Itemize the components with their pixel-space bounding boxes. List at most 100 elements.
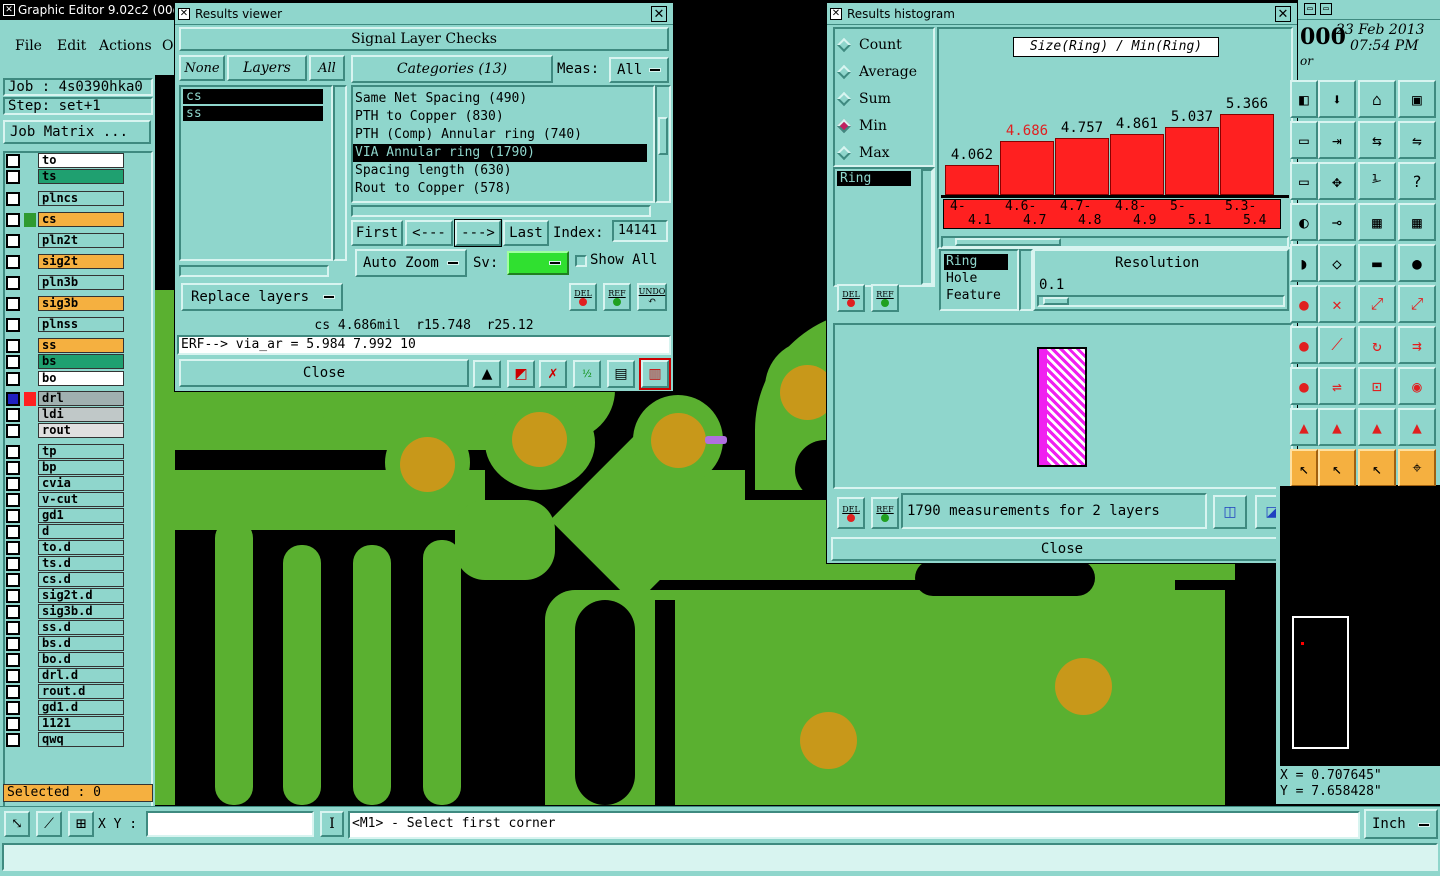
layer-visibility-checkbox[interactable] — [6, 477, 20, 491]
layer-visibility-checkbox[interactable] — [6, 339, 20, 353]
menu-actions[interactable]: Actions — [99, 38, 152, 54]
layer-visibility-checkbox[interactable] — [6, 170, 20, 184]
replace-layers-button[interactable]: Replace layers — [181, 283, 343, 311]
save-icon[interactable]: ⬇ — [1318, 80, 1356, 118]
scroll-thumb[interactable] — [955, 238, 1061, 246]
layer-visibility-checkbox[interactable] — [6, 701, 20, 715]
layer-name-drl[interactable]: drl — [38, 391, 124, 406]
layer-name-pln2t[interactable]: pln2t — [38, 233, 124, 248]
layer-visibility-checkbox[interactable] — [6, 669, 20, 683]
category-listbox[interactable]: Same Net Spacing (490) PTH to Copper (830… — [351, 85, 655, 203]
layer-visibility-checkbox[interactable] — [6, 213, 20, 227]
histogram-bar[interactable] — [945, 165, 999, 195]
del-button[interactable]: DEL — [837, 497, 865, 529]
category-item[interactable]: Same Net Spacing (490) — [353, 90, 647, 108]
layer-name-v-cut[interactable]: v-cut — [38, 492, 124, 507]
graph-icon-button[interactable]: ◩ — [507, 360, 535, 388]
layer-name-gd1.d[interactable]: gd1.d — [38, 700, 124, 715]
cursor-button[interactable]: I — [320, 811, 344, 837]
pointer-icon[interactable]: ↖ — [1290, 449, 1318, 487]
target-icon[interactable]: ◉ — [1398, 367, 1436, 405]
layer-name-bo[interactable]: bo — [38, 371, 124, 386]
last-button[interactable]: Last — [503, 220, 549, 246]
layer-visibility-checkbox[interactable] — [6, 525, 20, 539]
number-icon-button[interactable]: ½ — [573, 360, 601, 388]
layer-name-bp[interactable]: bp — [38, 460, 124, 475]
menu-edit[interactable]: Edit — [57, 38, 86, 54]
list-item[interactable]: Hole — [944, 271, 1014, 287]
overview-map[interactable] — [1280, 486, 1440, 766]
layer-vscroll[interactable] — [333, 85, 347, 261]
layer-name-cvia[interactable]: cvia — [38, 476, 124, 491]
layer-visibility-checkbox[interactable] — [6, 297, 20, 311]
layers-button[interactable]: Layers — [227, 55, 307, 81]
close-icon[interactable]: ✕ — [651, 6, 667, 22]
layer-active-indicator[interactable] — [24, 213, 36, 227]
unit-select[interactable]: Inch — [1364, 809, 1438, 839]
layer-name-qwq[interactable]: qwq — [38, 732, 124, 747]
layer-visibility-checkbox[interactable] — [6, 424, 20, 438]
option-sum[interactable]: Sum — [836, 89, 891, 109]
layer-name-sig3b[interactable]: sig3b — [38, 296, 124, 311]
histogram-bar[interactable] — [1220, 114, 1274, 195]
layer-visibility-checkbox[interactable] — [6, 355, 20, 369]
layer-name-drl.d[interactable]: drl.d — [38, 668, 124, 683]
home-icon[interactable]: ⌂ — [1358, 80, 1396, 118]
layer-visibility-checkbox[interactable] — [6, 557, 20, 571]
layer-name-pln3b[interactable]: pln3b — [38, 275, 124, 290]
job-matrix-button[interactable]: Job Matrix ... — [3, 120, 151, 144]
show-all-checkbox[interactable] — [575, 255, 587, 267]
dot-icon[interactable]: ● — [1398, 244, 1436, 282]
layers-icon-button[interactable]: ▲ — [473, 360, 501, 388]
category-item[interactable]: Spacing length (630) — [353, 162, 647, 180]
undo-button[interactable]: UNDO ↶ — [637, 283, 667, 311]
chart-hscroll[interactable] — [941, 236, 1289, 248]
box-icon[interactable]: ⊡ — [1358, 367, 1396, 405]
results-viewer-titlebar[interactable]: ✕ Results viewer ✕ — [175, 3, 673, 25]
line-icon[interactable]: ⟋ — [1318, 326, 1356, 364]
list-item[interactable]: ss — [183, 106, 323, 121]
layer-name-cs.d[interactable]: cs.d — [38, 572, 124, 587]
half-circle-icon[interactable]: ◗ — [1290, 244, 1318, 282]
ref-button[interactable]: REF — [603, 283, 631, 311]
category-item[interactable]: PTH (Comp) Annular ring (740) — [353, 126, 647, 144]
layer-active-indicator[interactable] — [24, 392, 36, 406]
layer-name-ts[interactable]: ts — [38, 169, 124, 184]
category-hscroll[interactable] — [351, 205, 651, 217]
ref-button[interactable]: REF — [871, 284, 899, 312]
pad-icon[interactable]: ● — [1290, 367, 1318, 405]
auto-zoom-select[interactable]: Auto Zoom — [355, 249, 467, 277]
layer-name-bs.d[interactable]: bs.d — [38, 636, 124, 651]
layer-tool-icon[interactable]: ◧ — [1290, 80, 1318, 118]
command-line[interactable] — [2, 843, 1438, 871]
close-button[interactable]: Close — [179, 359, 469, 387]
list-item[interactable]: Ring — [944, 254, 1008, 270]
close-icon[interactable]: ✕ — [1275, 6, 1291, 22]
panel-icon[interactable]: ▭ — [1290, 162, 1318, 200]
snap-icon[interactable]: ⊸ — [1318, 203, 1356, 241]
next-button[interactable]: ---> — [454, 219, 502, 247]
layer-name-tp[interactable]: tp — [38, 444, 124, 459]
histogram-titlebar[interactable]: ✕ Results histogram ✕ — [827, 3, 1297, 25]
measure-button[interactable]: ⟋ — [36, 811, 62, 837]
layer-hscroll[interactable] — [179, 265, 329, 277]
flip-icon[interactable]: ⇉ — [1398, 326, 1436, 364]
category-vscroll[interactable] — [655, 85, 671, 203]
zoom-fit-button[interactable]: ⤡ — [4, 811, 30, 837]
main-titlebar[interactable]: ✕ Graphic Editor 9.02c2 (00@ — [0, 0, 175, 20]
layer-name-ss.d[interactable]: ss.d — [38, 620, 124, 635]
layer-visibility-checkbox[interactable] — [6, 621, 20, 635]
layer-name-rout[interactable]: rout — [38, 423, 124, 438]
layer-name-gd1[interactable]: gd1 — [38, 508, 124, 523]
layer-name-d[interactable]: d — [38, 524, 124, 539]
layer-name-plnss[interactable]: plnss — [38, 317, 124, 332]
layer-visibility-checkbox[interactable] — [6, 653, 20, 667]
export-icon-button[interactable]: ◫ — [1213, 495, 1247, 529]
display-icon[interactable]: ◐ — [1290, 203, 1318, 241]
layer-visibility-checkbox[interactable] — [6, 318, 20, 332]
layer-visibility-checkbox[interactable] — [6, 276, 20, 290]
shape-icon[interactable]: ◇ — [1318, 244, 1356, 282]
none-button[interactable]: None — [179, 55, 225, 81]
layer-visibility-checkbox[interactable] — [6, 493, 20, 507]
move-icon[interactable]: ✥ — [1318, 162, 1356, 200]
